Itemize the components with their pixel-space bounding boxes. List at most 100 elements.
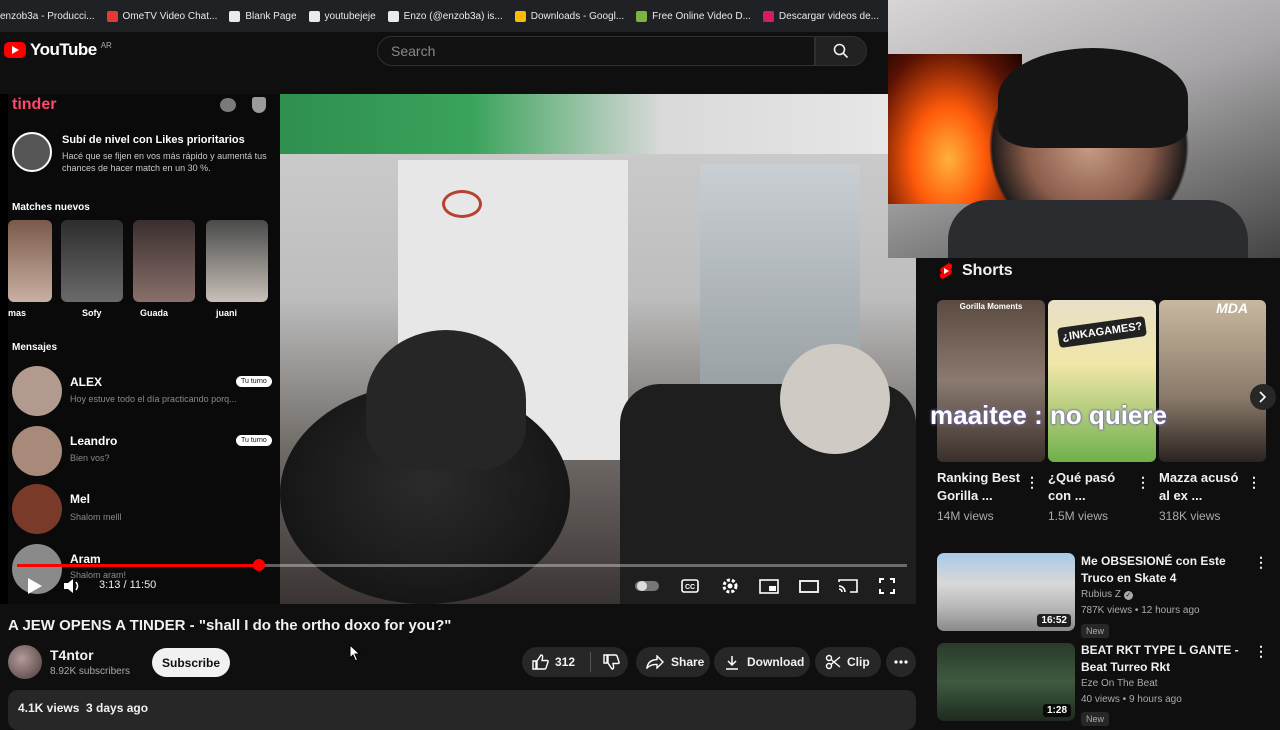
video-menu-button[interactable]: ⋮: [1254, 643, 1268, 660]
channel-link[interactable]: Eze On The Beat: [1081, 676, 1158, 692]
message-avatar: [12, 426, 62, 476]
search-input[interactable]: Search: [377, 36, 815, 66]
share-icon: [646, 655, 664, 669]
messages-heading: Mensajes: [12, 342, 58, 353]
shield-icon: [252, 97, 266, 113]
short-title[interactable]: Mazza acusó al ex ...: [1159, 469, 1251, 505]
bookmark-item[interactable]: youtubejeje: [303, 0, 382, 32]
video-thumbnail[interactable]: 1:28: [937, 643, 1075, 721]
dislike-button[interactable]: [591, 654, 620, 670]
logo-text: YouTube: [30, 40, 97, 59]
bookmark-item[interactable]: Blank Page: [223, 0, 302, 32]
message-preview: Hoy estuve todo el día practicando porq.…: [70, 394, 237, 404]
turn-badge: Tu turno: [236, 435, 272, 446]
verified-icon: ✓: [1123, 591, 1133, 600]
short-menu-button[interactable]: ⋮: [1136, 474, 1150, 491]
fullscreen-button[interactable]: [874, 573, 900, 599]
video-menu-button[interactable]: ⋮: [1254, 554, 1268, 571]
video-title-link[interactable]: BEAT RKT TYPE L GANTE - Beat Turreo Rkt: [1081, 642, 1249, 676]
bookmark-label: Enzo (@enzob3a) is...: [403, 10, 503, 22]
bookmark-item[interactable]: Enzo (@enzob3a) is...: [382, 0, 509, 32]
globe-icon: [308, 10, 320, 22]
more-horizontal-icon: [894, 660, 908, 664]
basketball-hoop: [442, 190, 482, 218]
short-thumbnail[interactable]: ¿INKAGAMES?: [1048, 300, 1156, 462]
short-views: 14M views: [937, 509, 994, 523]
like-button[interactable]: 312: [532, 654, 590, 670]
play-icon: [28, 578, 42, 594]
subscribe-button[interactable]: Subscribe: [152, 648, 230, 677]
video-frame: [280, 94, 916, 604]
bookmark-item[interactable]: enzob3a - Producci...: [0, 0, 101, 32]
video-meta: 787K views • 12 hours ago: [1081, 605, 1200, 616]
bookmark-item[interactable]: Free Online Video D...: [630, 0, 757, 32]
progress-played: [17, 564, 259, 567]
clip-label: Clip: [847, 655, 870, 669]
new-badge: New: [1081, 712, 1110, 726]
autoplay-toggle[interactable]: [634, 573, 660, 599]
matches-heading: Matches nuevos: [12, 202, 90, 213]
promo-title: Subí de nivel con Likes prioritarios: [62, 134, 245, 146]
bookmark-item[interactable]: Descargar videos de...: [757, 0, 885, 32]
download-button[interactable]: Download: [714, 647, 810, 677]
profile-avatar: [12, 132, 52, 172]
duration: 11:50: [129, 579, 157, 591]
miniplayer-button[interactable]: [756, 573, 782, 599]
video-thumbnail[interactable]: 16:52: [937, 553, 1075, 631]
theater-mode-button[interactable]: [796, 573, 822, 599]
more-actions-button[interactable]: [886, 647, 916, 677]
promo-body: Hacé que se fijen en vos más rápido y au…: [62, 151, 267, 173]
subtitles-button[interactable]: CC: [677, 573, 703, 599]
theater-icon: [799, 579, 819, 593]
views: 787K views: [1081, 605, 1133, 616]
message-name: Mel: [70, 492, 91, 506]
upload-date: 3 days ago: [86, 701, 149, 715]
short-title[interactable]: ¿Qué pasó con ...: [1048, 469, 1140, 505]
short-menu-button[interactable]: ⋮: [1247, 474, 1261, 491]
match-name: mas: [8, 308, 27, 318]
short-title[interactable]: Ranking Best Gorilla ...: [937, 469, 1029, 505]
volume-icon: [64, 579, 79, 593]
share-button[interactable]: Share: [636, 647, 710, 677]
shorts-next-button[interactable]: [1250, 384, 1276, 410]
video-title-link[interactable]: Me OBSESIONÉ con Este Truco en Skate 4: [1081, 553, 1249, 587]
bookmark-label: Downloads - Googl...: [530, 10, 625, 22]
scissors-icon: [825, 654, 841, 670]
tinder-logo: tinder: [12, 96, 57, 113]
channel-avatar[interactable]: [8, 645, 42, 679]
play-button[interactable]: [22, 573, 48, 599]
message-preview: Shalom melll: [70, 512, 122, 522]
gear-icon: [722, 578, 738, 594]
short-thumbnail[interactable]: MDA: [1159, 300, 1266, 462]
volume-button[interactable]: [60, 573, 86, 599]
current-time: 3:13: [99, 579, 121, 591]
youtube-play-icon: [4, 42, 26, 58]
boost-icon: [220, 98, 236, 112]
bookmark-label: Free Online Video D...: [652, 10, 751, 22]
share-label: Share: [671, 655, 705, 669]
short-thumbnail[interactable]: Gorilla Moments: [937, 300, 1045, 462]
match-photo: [206, 220, 268, 302]
bookmark-item[interactable]: OmeTV Video Chat...: [101, 0, 224, 32]
clip-button[interactable]: Clip: [815, 647, 881, 677]
search-button[interactable]: [815, 36, 867, 66]
channel-name[interactable]: T4ntor: [50, 647, 94, 663]
channel-name: Eze On The Beat: [1081, 678, 1158, 689]
webcam-overlay: [888, 0, 1280, 258]
new-badge: New: [1081, 624, 1110, 638]
channel-link[interactable]: Rubius Z ✓: [1081, 587, 1133, 603]
match-name: Sofy: [82, 308, 102, 318]
tinder-overlay: tinder Subí de nivel con Likes prioritar…: [8, 94, 280, 604]
message-name: ALEX: [70, 375, 103, 389]
view-count: 4.1K views: [18, 701, 80, 715]
short-menu-button[interactable]: ⋮: [1025, 474, 1039, 491]
scrubber-handle[interactable]: [253, 559, 265, 571]
time-display: 3:13 / 11:50: [99, 579, 156, 591]
cast-button[interactable]: [835, 573, 861, 599]
subscriber-count: 8.92K subscribers: [50, 666, 131, 677]
settings-button[interactable]: [717, 573, 743, 599]
bookmark-item[interactable]: Downloads - Googl...: [509, 0, 630, 32]
shorts-icon: [939, 263, 953, 279]
youtube-logo[interactable]: YouTube AR: [4, 40, 112, 60]
age: 12 hours ago: [1141, 605, 1200, 616]
